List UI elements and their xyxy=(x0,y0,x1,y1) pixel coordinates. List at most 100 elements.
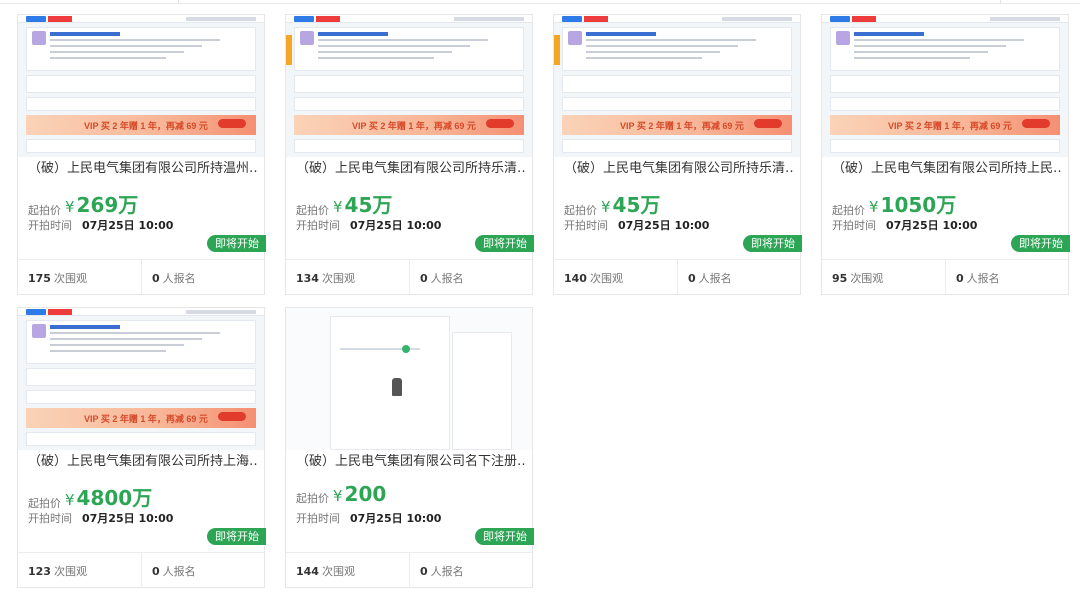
status-badge: 即将开始 xyxy=(743,235,802,252)
thumbnail-text-line xyxy=(50,57,166,59)
signup-count: 0 人报名 xyxy=(688,272,732,285)
thumbnail-text-line xyxy=(50,39,220,41)
thumbnail-tb-nav xyxy=(722,17,792,21)
price-row: 起拍价 ¥1050万 xyxy=(832,189,957,217)
status-badge: 即将开始 xyxy=(1011,235,1070,252)
auction-title[interactable]: （破）上民电气集团有限公司所持乐清… xyxy=(296,161,526,177)
thumbnail-f-dot xyxy=(402,345,410,353)
start-time-row: 开拍时间 07月25日 10:00 xyxy=(28,510,173,526)
thumbnail-tb-row xyxy=(294,75,524,93)
auction-thumbnail[interactable]: VIP 买 2 年赠 1 年，再减 69 元 xyxy=(554,15,800,157)
auction-card[interactable]: VIP 买 2 年赠 1 年，再减 69 元 （破）上民电气集团有限公司所持温州… xyxy=(17,14,266,295)
auction-title[interactable]: （破）上民电气集团有限公司所持温州… xyxy=(28,161,258,177)
thumbnail-vip-banner: VIP 买 2 年赠 1 年，再减 69 元 xyxy=(888,121,1012,131)
thumbnail-tb-title xyxy=(50,32,120,36)
thumbnail-tb-nav xyxy=(990,17,1060,21)
view-count: 140 次围观 xyxy=(564,272,623,285)
auction-thumbnail[interactable]: VIP 买 2 年赠 1 年，再减 69 元 xyxy=(822,15,1068,157)
thumbnail-tb-nav xyxy=(186,17,256,21)
stats-bar: 95 次围观 0 人报名 xyxy=(822,259,1068,295)
thumbnail-tb-tabs xyxy=(562,139,792,153)
thumbnail-tb-row xyxy=(26,368,256,386)
thumbnail-f-side xyxy=(452,332,512,450)
price-row: 起拍价 ¥269万 xyxy=(28,189,139,217)
thumbnail-tb-title xyxy=(586,32,656,36)
thumbnail-tb-row xyxy=(830,75,1060,93)
auction-thumbnail[interactable]: VIP 买 2 年赠 1 年，再减 69 元 xyxy=(18,15,264,157)
view-count: 123 次围观 xyxy=(28,565,87,578)
thumbnail-tb-tabs xyxy=(830,139,1060,153)
auction-title[interactable]: （破）上民电气集团有限公司所持乐清… xyxy=(564,161,794,177)
price-label: 起拍价 xyxy=(28,204,61,217)
price-amount: 1050万 xyxy=(880,193,957,217)
auction-thumbnail[interactable] xyxy=(286,308,532,450)
thumbnail-text-line xyxy=(50,45,202,47)
start-time-row: 开拍时间 07月25日 10:00 xyxy=(564,217,709,233)
auction-card[interactable]: （破）上民电气集团有限公司名下注册… 起拍价 ¥200 开拍时间 07月25日 10… xyxy=(285,307,534,588)
starting-price: ¥200 xyxy=(333,482,386,506)
auction-card[interactable]: VIP 买 2 年赠 1 年，再减 69 元 （破）上民电气集团有限公司所持乐清… xyxy=(285,14,534,295)
auction-card[interactable]: VIP 买 2 年赠 1 年，再减 69 元 （破）上民电气集团有限公司所持上海… xyxy=(17,307,266,588)
start-time: 07月25日 10:00 xyxy=(82,219,174,232)
start-time-label: 开拍时间 xyxy=(296,219,340,232)
thumbnail-text-line xyxy=(854,57,970,59)
thumbnail-tb-logo xyxy=(26,16,46,22)
price-row: 起拍价 ¥4800万 xyxy=(28,482,153,510)
start-time-row: 开拍时间 07月25日 10:00 xyxy=(832,217,977,233)
thumbnail-tb-title xyxy=(854,32,924,36)
thumbnail-tb-row2 xyxy=(562,97,792,111)
price-amount: 45万 xyxy=(344,193,393,217)
signup-count: 0 人报名 xyxy=(420,272,464,285)
thumbnail-text-line xyxy=(318,51,452,53)
thumbnail-vip-banner: VIP 买 2 年赠 1 年，再减 69 元 xyxy=(620,121,744,131)
thumbnail-tb-logo xyxy=(26,309,46,315)
thumbnail-text-line xyxy=(50,350,166,352)
auction-title[interactable]: （破）上民电气集团有限公司名下注册… xyxy=(296,454,526,470)
price-row: 起拍价 ¥200 xyxy=(296,482,386,508)
stats-divider xyxy=(945,260,946,295)
price-amount: 4800万 xyxy=(76,486,153,510)
auction-title[interactable]: （破）上民电气集团有限公司所持上海… xyxy=(28,454,258,470)
thumbnail-tb-tabs xyxy=(26,432,256,446)
currency-symbol: ¥ xyxy=(869,198,879,216)
signup-count: 0 人报名 xyxy=(956,272,1000,285)
start-time-label: 开拍时间 xyxy=(564,219,608,232)
thumbnail-tb-title xyxy=(318,32,388,36)
thumbnail-text-line xyxy=(50,338,202,340)
thumbnail-text-line xyxy=(318,45,470,47)
view-count: 144 次围观 xyxy=(296,565,355,578)
price-amount: 269万 xyxy=(76,193,139,217)
thumbnail-vip-banner: VIP 买 2 年赠 1 年，再减 69 元 xyxy=(84,121,208,131)
thumbnail-tb-logo xyxy=(562,16,582,22)
thumbnail-tb-red xyxy=(584,16,608,22)
thumbnail-tb-row2 xyxy=(830,97,1060,111)
auction-thumbnail[interactable]: VIP 买 2 年赠 1 年，再减 69 元 xyxy=(18,308,264,450)
thumbnail-tb-red xyxy=(48,16,72,22)
thumbnail-f-icon xyxy=(392,378,402,396)
status-badge: 即将开始 xyxy=(207,235,266,252)
auction-card[interactable]: VIP 买 2 年赠 1 年，再减 69 元 （破）上民电气集团有限公司所持乐清… xyxy=(553,14,802,295)
price-label: 起拍价 xyxy=(296,204,329,217)
thumbnail-tb-vip-btn xyxy=(218,412,246,421)
price-amount: 200 xyxy=(344,482,387,506)
signup-count: 0 人报名 xyxy=(152,565,196,578)
view-count: 95 次围观 xyxy=(832,272,884,285)
currency-symbol: ¥ xyxy=(601,198,611,216)
start-time-label: 开拍时间 xyxy=(28,512,72,525)
start-time-row: 开拍时间 07月25日 10:00 xyxy=(296,510,441,526)
thumbnail-tb-tabs xyxy=(26,139,256,153)
start-time: 07月25日 10:00 xyxy=(886,219,978,232)
thumbnail-f-main xyxy=(330,316,450,450)
price-amount: 45万 xyxy=(612,193,661,217)
auction-card[interactable]: VIP 买 2 年赠 1 年，再减 69 元 （破）上民电气集团有限公司所持上民… xyxy=(821,14,1070,295)
thumbnail-tb-red xyxy=(852,16,876,22)
start-time-label: 开拍时间 xyxy=(28,219,72,232)
currency-symbol: ¥ xyxy=(333,487,343,505)
thumbnail-tb-row xyxy=(26,75,256,93)
auction-thumbnail[interactable]: VIP 买 2 年赠 1 年，再减 69 元 xyxy=(286,15,532,157)
auction-title[interactable]: （破）上民电气集团有限公司所持上民… xyxy=(832,161,1062,177)
signup-count: 0 人报名 xyxy=(420,565,464,578)
start-time: 07月25日 10:00 xyxy=(350,512,442,525)
view-count: 175 次围观 xyxy=(28,272,87,285)
thumbnail-tb-side xyxy=(286,35,292,65)
